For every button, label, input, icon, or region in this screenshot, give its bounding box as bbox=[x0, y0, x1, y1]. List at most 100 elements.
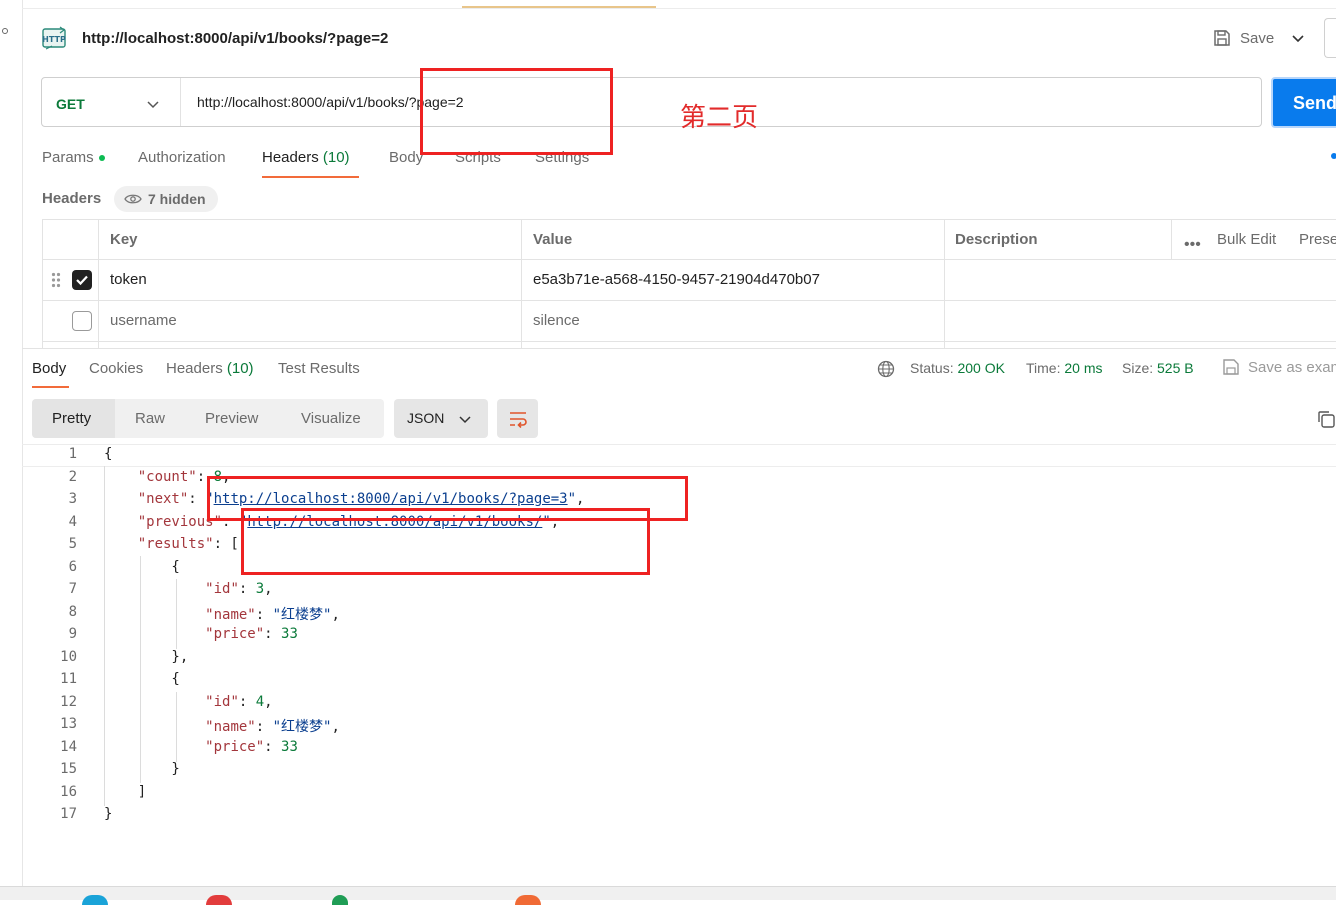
response-time[interactable]: Time: 20 ms bbox=[1026, 360, 1103, 376]
view-pretty-button[interactable]: Pretty bbox=[52, 410, 91, 427]
copy-icon[interactable] bbox=[1316, 409, 1336, 429]
header-key-username[interactable]: username bbox=[110, 312, 177, 329]
chevron-down-icon bbox=[459, 416, 471, 424]
tab-label: Headers bbox=[166, 360, 223, 377]
json-number: 4 bbox=[255, 694, 265, 710]
share-button[interactable] bbox=[1324, 18, 1336, 58]
line-number: 2 bbox=[68, 469, 77, 485]
headers-section-title: Headers bbox=[42, 190, 102, 207]
tab-label: Headers bbox=[262, 149, 319, 166]
save-icon[interactable] bbox=[1212, 28, 1232, 48]
table-col-divider bbox=[1171, 219, 1172, 259]
header-enabled-checkbox[interactable] bbox=[72, 311, 92, 331]
globe-icon[interactable] bbox=[877, 360, 895, 378]
bulk-edit-button[interactable]: Bulk Edit bbox=[1217, 231, 1276, 248]
line-number: 5 bbox=[68, 536, 77, 552]
annotation-box-url bbox=[420, 68, 613, 155]
line-number: 16 bbox=[60, 784, 77, 800]
code-line: { bbox=[104, 446, 113, 462]
method-select[interactable]: GET bbox=[56, 96, 85, 112]
send-button[interactable]: Send bbox=[1271, 77, 1336, 128]
annotation-box-previous bbox=[241, 508, 650, 575]
header-key-token[interactable]: token bbox=[110, 271, 147, 288]
response-divider bbox=[22, 348, 1336, 349]
time-label: Time: bbox=[1026, 360, 1061, 376]
request-title[interactable]: http://localhost:8000/api/v1/books/?page… bbox=[82, 30, 388, 47]
taskbar-app-icon[interactable] bbox=[206, 895, 232, 905]
line-number: 4 bbox=[68, 514, 77, 530]
tab-body[interactable]: Body bbox=[389, 149, 423, 166]
response-tab-test-results[interactable]: Test Results bbox=[278, 360, 360, 377]
header-value-token[interactable]: e5a3b71e-a568-4150-9457-21904d470b07 bbox=[533, 271, 820, 288]
drag-handle-icon[interactable] bbox=[51, 272, 61, 288]
json-string: "红楼梦" bbox=[272, 607, 332, 623]
line-number: 17 bbox=[60, 806, 77, 822]
cookies-indicator-icon bbox=[1331, 153, 1336, 159]
response-tab-cookies[interactable]: Cookies bbox=[89, 360, 143, 377]
taskbar-app-icon[interactable] bbox=[332, 895, 348, 905]
active-tab-indicator bbox=[462, 6, 656, 8]
hidden-count-label[interactable]: 7 hidden bbox=[148, 191, 206, 207]
view-visualize-button[interactable]: Visualize bbox=[301, 410, 361, 427]
view-preview-button[interactable]: Preview bbox=[205, 410, 258, 427]
header-enabled-checkbox[interactable] bbox=[72, 270, 92, 290]
table-border-top bbox=[42, 219, 1336, 220]
wrap-lines-icon bbox=[510, 412, 527, 428]
table-col-divider bbox=[521, 219, 522, 349]
code-line: "price": 33 bbox=[205, 739, 298, 755]
left-sidebar-strip bbox=[0, 0, 23, 886]
json-key: "name" bbox=[205, 607, 256, 623]
line-number: 7 bbox=[68, 581, 77, 597]
json-key: "name" bbox=[205, 719, 256, 735]
current-line-highlight bbox=[22, 445, 1336, 467]
status-label: Status: bbox=[910, 360, 954, 376]
tab-count: (10) bbox=[226, 360, 254, 377]
json-number: 33 bbox=[281, 626, 298, 642]
view-raw-button[interactable]: Raw bbox=[135, 410, 165, 427]
code-line: } bbox=[104, 806, 113, 822]
code-line: }, bbox=[104, 649, 189, 665]
json-key: "price" bbox=[205, 626, 265, 642]
response-tab-body[interactable]: Body bbox=[32, 360, 66, 377]
line-number: 8 bbox=[68, 604, 77, 620]
active-tab-underline bbox=[32, 386, 69, 388]
line-number: 12 bbox=[60, 694, 77, 710]
code-line: "id": 3, bbox=[205, 581, 273, 597]
json-number: 33 bbox=[281, 739, 298, 755]
tab-headers[interactable]: Headers (10) bbox=[262, 149, 350, 166]
tab-authorization[interactable]: Authorization bbox=[138, 149, 226, 166]
chevron-down-icon[interactable] bbox=[1290, 30, 1306, 46]
code-line: ] bbox=[104, 784, 147, 800]
taskbar bbox=[0, 886, 1336, 900]
json-string: "红楼梦" bbox=[272, 719, 332, 735]
top-tab-strip bbox=[22, 0, 1336, 9]
line-number: 9 bbox=[68, 626, 77, 642]
table-col-divider bbox=[944, 219, 945, 349]
taskbar-app-icon[interactable] bbox=[515, 895, 541, 905]
header-value-username[interactable]: silence bbox=[533, 312, 580, 329]
response-size[interactable]: Size: 525 B bbox=[1122, 360, 1194, 376]
save-icon[interactable] bbox=[1222, 358, 1240, 376]
chevron-down-icon[interactable] bbox=[146, 97, 160, 111]
eye-icon bbox=[124, 194, 142, 204]
active-tab-underline bbox=[262, 176, 359, 178]
response-status: Status: 200 OK bbox=[910, 360, 1005, 376]
line-number: 11 bbox=[60, 671, 77, 687]
response-tab-headers[interactable]: Headers (10) bbox=[166, 360, 254, 377]
more-options-icon[interactable]: ••• bbox=[1184, 236, 1201, 254]
save-button[interactable]: Save bbox=[1240, 30, 1274, 47]
code-line: { bbox=[104, 671, 180, 687]
column-header-description: Description bbox=[955, 231, 1038, 248]
table-row-divider bbox=[42, 259, 1336, 260]
taskbar-app-icon[interactable] bbox=[82, 895, 108, 905]
tab-params[interactable]: Params bbox=[42, 149, 105, 166]
line-number: 15 bbox=[60, 761, 77, 777]
save-as-example-button[interactable]: Save as example bbox=[1248, 359, 1336, 376]
table-col-divider bbox=[98, 219, 99, 349]
http-request-icon: HTTP bbox=[42, 26, 66, 50]
presets-button[interactable]: Presets bbox=[1299, 231, 1336, 248]
line-number: 6 bbox=[68, 559, 77, 575]
code-line: "price": 33 bbox=[205, 626, 298, 642]
code-line: { bbox=[104, 559, 180, 575]
status-dot-icon bbox=[2, 28, 8, 34]
